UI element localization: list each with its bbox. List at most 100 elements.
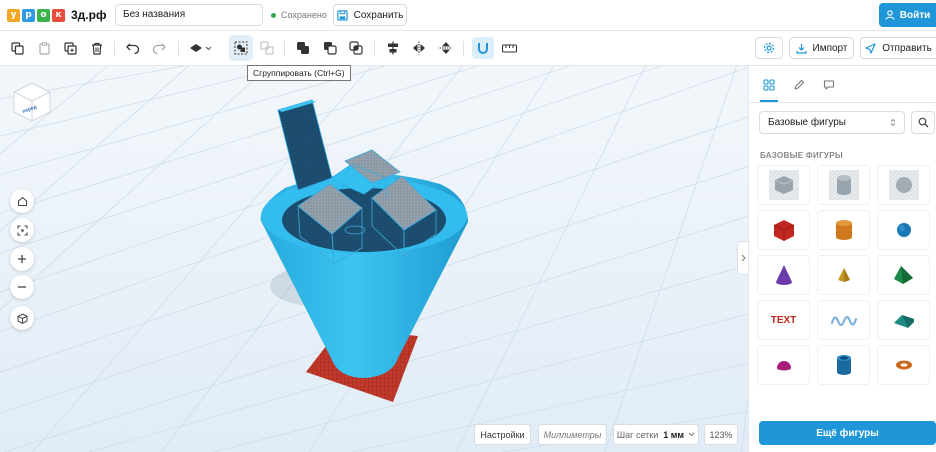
shape-box[interactable] [757, 210, 810, 250]
shapes-panel: Базовые фигуры БАЗОВЫЕ ФИГУРЫ TEXT Ещё ф… [748, 66, 936, 452]
flip-icon[interactable] [437, 39, 455, 57]
updown-chevron-icon [890, 118, 896, 127]
toolbar-separator [374, 41, 375, 56]
shape-sphere[interactable] [877, 210, 930, 250]
minus-icon [18, 286, 26, 288]
undo-icon[interactable] [124, 39, 142, 57]
grid-step-value: 1 мм [663, 429, 685, 440]
zoom-out-button[interactable] [10, 275, 34, 299]
shape-hole-box[interactable] [757, 165, 810, 205]
save-icon [336, 9, 348, 21]
toolbar-separator [284, 41, 285, 56]
pencil-icon [794, 79, 805, 90]
login-label: Войти [899, 9, 931, 21]
group-icon[interactable] [232, 39, 250, 57]
panel-collapse-handle[interactable] [737, 241, 748, 275]
logo-letter-4: к [52, 8, 65, 22]
zoom-in-button[interactable] [10, 247, 34, 271]
login-button[interactable]: Войти [879, 3, 936, 27]
save-label: Сохранить [353, 9, 404, 21]
perspective-button[interactable] [10, 306, 34, 330]
shapes-section-title: БАЗОВЫЕ ФИГУРЫ [760, 151, 843, 160]
union-icon[interactable] [294, 39, 312, 57]
tab-comments[interactable] [820, 76, 838, 94]
shape-category-value: Базовые фигуры [768, 117, 846, 128]
save-button[interactable]: Сохранить [333, 4, 407, 26]
tab-notes[interactable] [790, 76, 808, 94]
workplane-grid [0, 66, 748, 452]
tab-shapes[interactable] [760, 76, 778, 94]
logo-letter-1: у [7, 8, 20, 22]
grid-icon [763, 79, 775, 91]
comment-icon [823, 80, 835, 90]
units-button[interactable]: Миллиметры [538, 424, 607, 445]
home-view-button[interactable] [10, 189, 34, 213]
workplane-icon[interactable] [188, 39, 214, 57]
cube-icon [17, 312, 27, 324]
settings-button[interactable] [755, 37, 783, 59]
saved-status: Сохранено [271, 10, 327, 20]
import-label: Импорт [812, 42, 848, 54]
shape-text[interactable]: TEXT [757, 300, 810, 340]
toolbar: Импорт Отправить [0, 31, 936, 66]
top-header: у р о к 3д.рф Без названия Сохранено Сох… [0, 0, 936, 31]
download-icon [795, 43, 807, 54]
shape-category-select[interactable]: Базовые фигуры [759, 111, 905, 134]
grid-step-select[interactable]: Шаг сетки 1 мм [613, 424, 699, 445]
import-button[interactable]: Импорт [789, 37, 854, 59]
more-shapes-button[interactable]: Ещё фигуры [759, 421, 936, 445]
shape-hole-sphere[interactable] [877, 165, 930, 205]
toolbar-separator [114, 41, 115, 56]
active-tab-indicator [760, 100, 778, 102]
shape-hole-cylinder[interactable] [817, 165, 870, 205]
ungroup-icon[interactable] [258, 39, 276, 57]
view-cube[interactable]: перед [10, 80, 54, 124]
shape-search-button[interactable] [911, 111, 935, 134]
shape-cylinder[interactable] [817, 210, 870, 250]
shape-torus[interactable] [877, 345, 930, 385]
delete-icon[interactable] [88, 39, 106, 57]
chevron-right-icon [741, 254, 746, 262]
shape-cone[interactable] [757, 255, 810, 295]
magnet-icon[interactable] [474, 39, 492, 57]
zoom-level[interactable]: 123% [704, 424, 738, 445]
chevron-down-icon [688, 432, 695, 437]
ruler-icon[interactable] [500, 39, 518, 57]
copy-icon[interactable] [8, 39, 26, 57]
grid-step-label: Шаг сетки [616, 429, 659, 440]
shape-half-sphere[interactable] [757, 345, 810, 385]
search-icon [918, 117, 928, 128]
toolbar-separator [463, 41, 464, 56]
logo-letter-2: р [22, 8, 35, 22]
mirror-icon[interactable] [410, 39, 428, 57]
intersect-icon[interactable] [347, 39, 365, 57]
group-tooltip: Сгруппировать (Ctrl+G) [247, 65, 351, 81]
panel-tabs [749, 66, 936, 103]
redo-icon[interactable] [150, 39, 168, 57]
align-icon[interactable] [384, 39, 402, 57]
workplane-settings-button[interactable]: Настройки [474, 424, 531, 445]
duplicate-icon[interactable] [61, 39, 79, 57]
saved-status-text: Сохранено [281, 10, 327, 20]
send-icon [865, 42, 876, 54]
fit-view-button[interactable] [10, 218, 34, 242]
logo-domain: 3д.рф [71, 8, 107, 22]
plus-icon [18, 255, 26, 263]
send-button[interactable]: Отправить [860, 37, 936, 59]
home-icon [17, 196, 27, 206]
3d-viewport[interactable]: перед Настройки Миллиметры Шаг сетки 1 м… [0, 66, 748, 452]
shape-tube[interactable] [817, 345, 870, 385]
subtract-icon[interactable] [321, 39, 339, 57]
shape-pyramid[interactable] [817, 255, 870, 295]
fit-view-icon [16, 224, 28, 236]
shape-wedge[interactable] [877, 300, 930, 340]
toolbar-separator [178, 41, 179, 56]
shape-text-label: TEXT [770, 314, 797, 326]
project-title-input[interactable]: Без названия [115, 4, 263, 26]
paste-icon[interactable] [35, 39, 53, 57]
shape-roof[interactable] [877, 255, 930, 295]
logo-letter-3: о [37, 8, 50, 22]
logo[interactable]: у р о к 3д.рф [7, 8, 106, 22]
shape-scribble[interactable] [817, 300, 870, 340]
user-icon [885, 10, 895, 20]
